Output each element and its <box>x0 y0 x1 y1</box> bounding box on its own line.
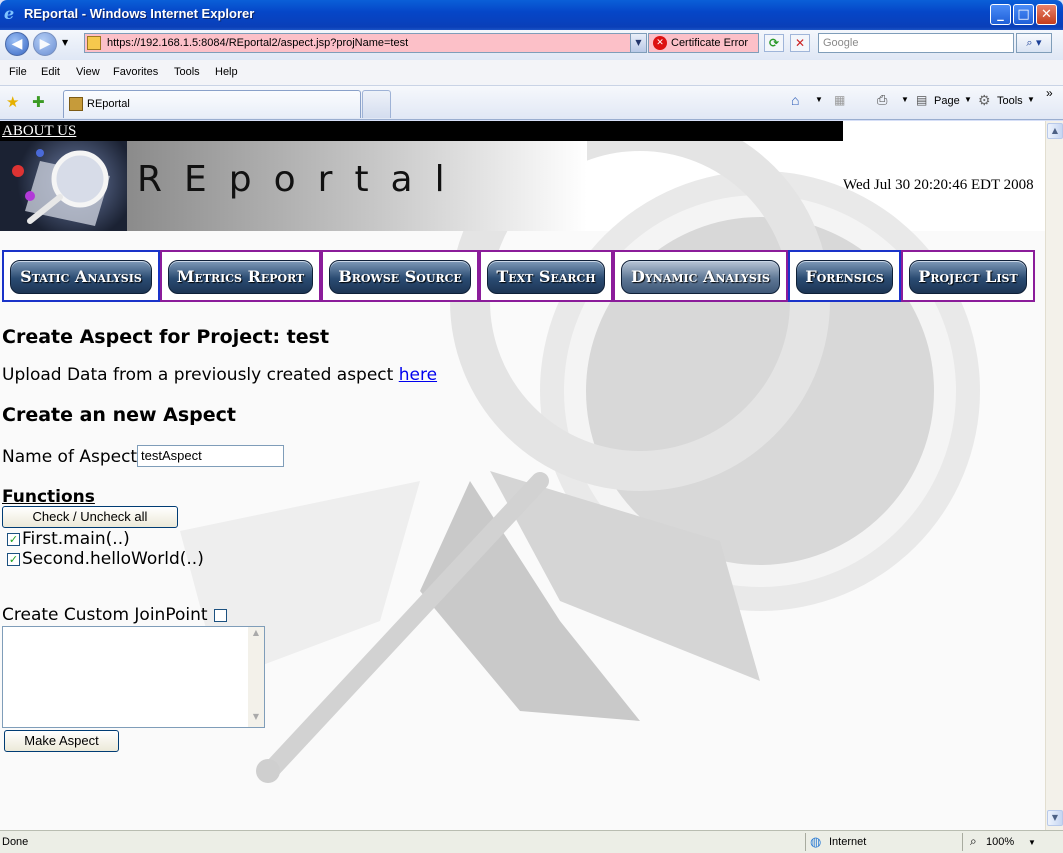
function-checkbox-first-main[interactable]: ✓ <box>7 533 20 546</box>
menu-help[interactable]: Help <box>215 66 238 78</box>
upload-here-link[interactable]: here <box>399 365 437 385</box>
gear-icon: ⚙ <box>978 92 991 108</box>
address-dropdown-icon[interactable]: ▼ <box>630 34 646 52</box>
close-button[interactable]: ✕ <box>1036 4 1057 25</box>
search-button[interactable]: ⌕ ▾ <box>1016 33 1052 53</box>
chevron-more-icon[interactable]: » <box>1046 86 1053 100</box>
top-link-bar: ABOUT US <box>0 121 843 141</box>
status-divider <box>962 833 963 851</box>
maximize-button[interactable]: □ <box>1013 4 1034 25</box>
tab-command-bar: ★ ✚ REportal ⌂ ▼ ▦ ⎙ ▼ ▤ Page ▼ ⚙ Tools … <box>0 86 1063 120</box>
reportal-banner: REportal <box>127 141 587 231</box>
page-scrollbar[interactable]: ▲ ▼ <box>1045 121 1063 830</box>
new-aspect-heading: Create an new Aspect <box>2 404 236 426</box>
aspect-name-input[interactable]: testAspect <box>137 445 284 467</box>
upload-text: Upload Data from a previously created as… <box>2 365 394 385</box>
history-dropdown-icon[interactable]: ▼ <box>62 38 68 47</box>
banner-title: REportal <box>137 159 467 200</box>
nav-static-analysis[interactable]: Static Analysis <box>2 250 160 302</box>
zoom-icon[interactable]: ⌕ <box>970 834 977 849</box>
back-button[interactable]: ◀ <box>5 32 29 56</box>
menu-file[interactable]: File <box>9 66 27 78</box>
nav-metrics-report[interactable]: Metrics Report <box>160 250 321 302</box>
window-title: REportal - Windows Internet Explorer <box>24 6 255 21</box>
address-bar[interactable]: https://192.168.1.5:8084/REportal2/aspec… <box>84 33 647 53</box>
globe-icon: ◍ <box>810 834 822 849</box>
menu-favorites[interactable]: Favorites <box>113 66 158 78</box>
home-icon[interactable]: ⌂ <box>791 92 799 108</box>
search-placeholder: Google <box>823 37 859 49</box>
scroll-up-icon[interactable]: ▲ <box>1047 123 1063 139</box>
print-dropdown-icon[interactable]: ▼ <box>901 95 909 104</box>
nav-text-search[interactable]: Text Search <box>479 250 613 302</box>
tab-reportal[interactable]: REportal <box>63 90 361 118</box>
scroll-down-icon[interactable]: ▼ <box>249 712 263 726</box>
scroll-up-icon[interactable]: ▲ <box>249 628 263 642</box>
tools-menu-button[interactable]: Tools <box>997 95 1023 107</box>
refresh-button[interactable]: ⟳ <box>764 34 784 52</box>
address-toolbar: ◀ ▶ ▼ https://192.168.1.5:8084/REportal2… <box>0 30 1063 60</box>
zoom-level[interactable]: 100% <box>986 836 1014 848</box>
error-icon: ✕ <box>653 36 667 50</box>
nav-dynamic-analysis[interactable]: Dynamic Analysis <box>613 250 788 302</box>
page-content: ABOUT US REportal Wed Jul 30 20:20:46 ED… <box>0 121 1045 830</box>
make-aspect-button[interactable]: Make Aspect <box>4 730 119 752</box>
scroll-down-icon[interactable]: ▼ <box>1047 810 1063 826</box>
certificate-error-label: Certificate Error <box>671 37 749 49</box>
ie-logo-icon: e <box>4 4 15 23</box>
menu-view[interactable]: View <box>76 66 100 78</box>
stop-button[interactable]: ✕ <box>790 34 810 52</box>
menu-edit[interactable]: Edit <box>41 66 60 78</box>
search-icon: ⌕ <box>1026 36 1033 49</box>
function-checkbox-second-helloworld[interactable]: ✓ <box>7 553 20 566</box>
main-nav: Static Analysis Metrics Report Browse So… <box>2 250 1035 302</box>
custom-joinpoint-label: Create Custom JoinPoint <box>2 605 208 625</box>
favorites-star-icon[interactable]: ★ <box>6 93 19 111</box>
custom-joinpoint-textarea[interactable]: ▲ ▼ <box>2 626 265 728</box>
aspect-name-label: Name of Aspect <box>2 447 138 467</box>
page-dropdown-icon[interactable]: ▼ <box>964 95 972 104</box>
tab-favicon <box>69 97 83 111</box>
current-datetime: Wed Jul 30 20:20:46 EDT 2008 <box>843 177 1034 193</box>
menu-bar: File Edit View Favorites Tools Help <box>0 60 1063 86</box>
check-uncheck-all-button[interactable]: Check / Uncheck all <box>2 506 178 528</box>
tools-dropdown-icon[interactable]: ▼ <box>1027 95 1035 104</box>
functions-heading: Functions <box>2 487 95 507</box>
status-divider <box>805 833 806 851</box>
page-icon <box>87 36 101 50</box>
magnifier-logo-icon <box>12 149 110 226</box>
reportal-logo-image <box>0 141 127 231</box>
home-dropdown-icon[interactable]: ▼ <box>815 95 823 104</box>
nav-forensics[interactable]: Forensics <box>788 250 901 302</box>
print-icon[interactable]: ⎙ <box>877 92 887 108</box>
search-input[interactable]: Google <box>818 33 1014 53</box>
minimize-button[interactable]: _ <box>990 4 1011 25</box>
function-name: Second.helloWorld(..) <box>22 549 204 569</box>
nav-browse-source[interactable]: Browse Source <box>321 250 479 302</box>
feeds-icon[interactable]: ▦ <box>834 93 845 107</box>
status-text: Done <box>2 836 29 848</box>
menu-tools[interactable]: Tools <box>174 66 200 78</box>
tab-title: REportal <box>87 98 130 110</box>
add-favorites-icon[interactable]: ✚ <box>32 93 45 111</box>
address-url[interactable]: https://192.168.1.5:8084/REportal2/aspec… <box>107 37 408 49</box>
page-icon: ▤ <box>916 93 928 107</box>
security-zone: Internet <box>829 836 867 848</box>
certificate-error-button[interactable]: ✕ Certificate Error <box>648 33 759 53</box>
status-bar: Done ◍ Internet ⌕ 100% ▼ <box>0 830 1063 853</box>
zoom-dropdown-icon[interactable]: ▼ <box>1028 838 1036 847</box>
new-tab-button[interactable] <box>362 90 391 118</box>
window-title-bar: e REportal - Windows Internet Explorer _… <box>0 0 1063 30</box>
forward-button[interactable]: ▶ <box>33 32 57 56</box>
about-us-link[interactable]: ABOUT US <box>2 123 76 140</box>
function-name: First.main(..) <box>22 529 130 549</box>
upload-data-text: Upload Data from a previously created as… <box>2 365 437 385</box>
custom-joinpoint-checkbox[interactable] <box>214 609 227 622</box>
textarea-scrollbar[interactable]: ▲ ▼ <box>248 627 264 727</box>
create-aspect-heading: Create Aspect for Project: test <box>2 326 330 348</box>
page-menu-button[interactable]: Page <box>934 95 960 107</box>
nav-project-list[interactable]: Project List <box>901 250 1035 302</box>
